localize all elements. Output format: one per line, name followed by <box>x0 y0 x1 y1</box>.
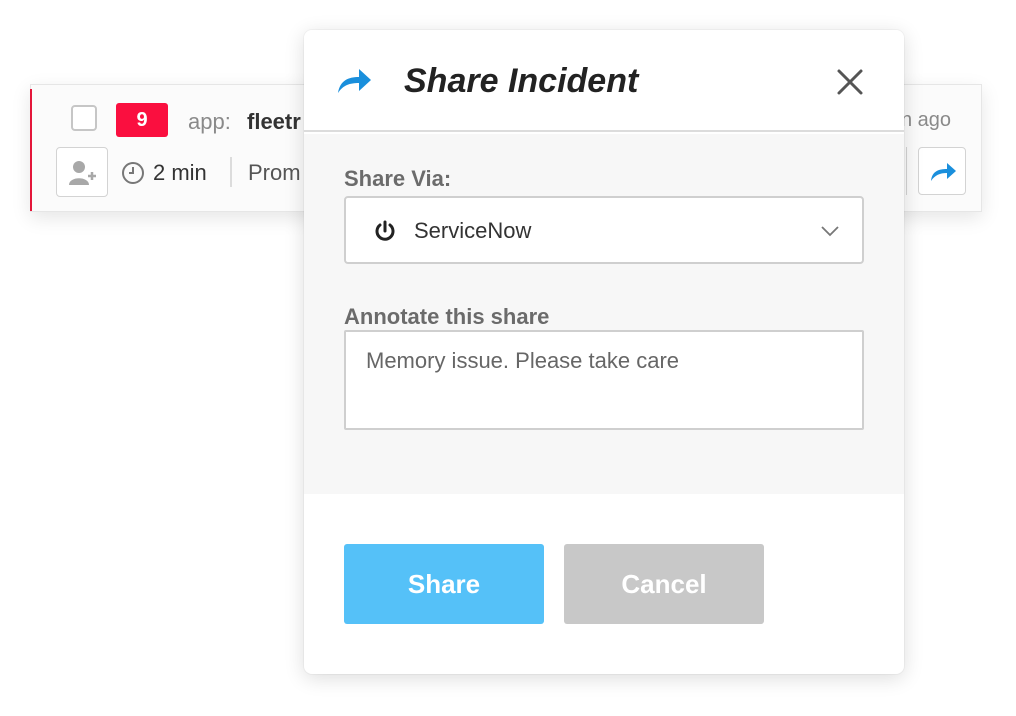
close-icon <box>837 69 863 95</box>
close-button[interactable] <box>834 66 866 98</box>
modal-header: Share Incident <box>304 30 904 132</box>
clock-icon <box>122 162 144 184</box>
select-checkbox[interactable] <box>71 105 97 131</box>
source-text: Prom <box>248 160 301 185</box>
severity-edge <box>30 89 32 211</box>
share-via-value: ServiceNow <box>414 218 532 243</box>
power-icon <box>375 220 395 241</box>
share-incident-modal: Share Incident Share Via: ServiceNow Ann… <box>304 30 904 674</box>
share-via-select[interactable]: ServiceNow <box>344 196 864 264</box>
severity-badge: 9 <box>116 103 168 137</box>
time-ago: n ago <box>901 109 952 131</box>
modal-body: Share Via: ServiceNow Annotate this shar… <box>304 134 904 494</box>
card-share-button[interactable] <box>918 147 966 195</box>
share-arrow-icon <box>338 69 371 93</box>
annotation-textarea[interactable]: Memory issue. Please take care <box>344 330 864 430</box>
card-divider <box>230 157 232 187</box>
annotate-label: Annotate this share <box>344 304 550 329</box>
app-name: fleetr <box>247 109 301 134</box>
duration-text: 2 min <box>153 160 207 185</box>
cancel-button[interactable]: Cancel <box>564 544 764 624</box>
app-label: app: <box>188 109 231 134</box>
assign-user-button[interactable] <box>56 147 108 197</box>
share-arrow-icon <box>931 163 956 181</box>
chevron-down-icon <box>821 226 839 237</box>
modal-title: Share Incident <box>404 62 639 100</box>
share-via-label: Share Via: <box>344 166 452 191</box>
add-user-icon <box>69 161 96 185</box>
share-button[interactable]: Share <box>344 544 544 624</box>
